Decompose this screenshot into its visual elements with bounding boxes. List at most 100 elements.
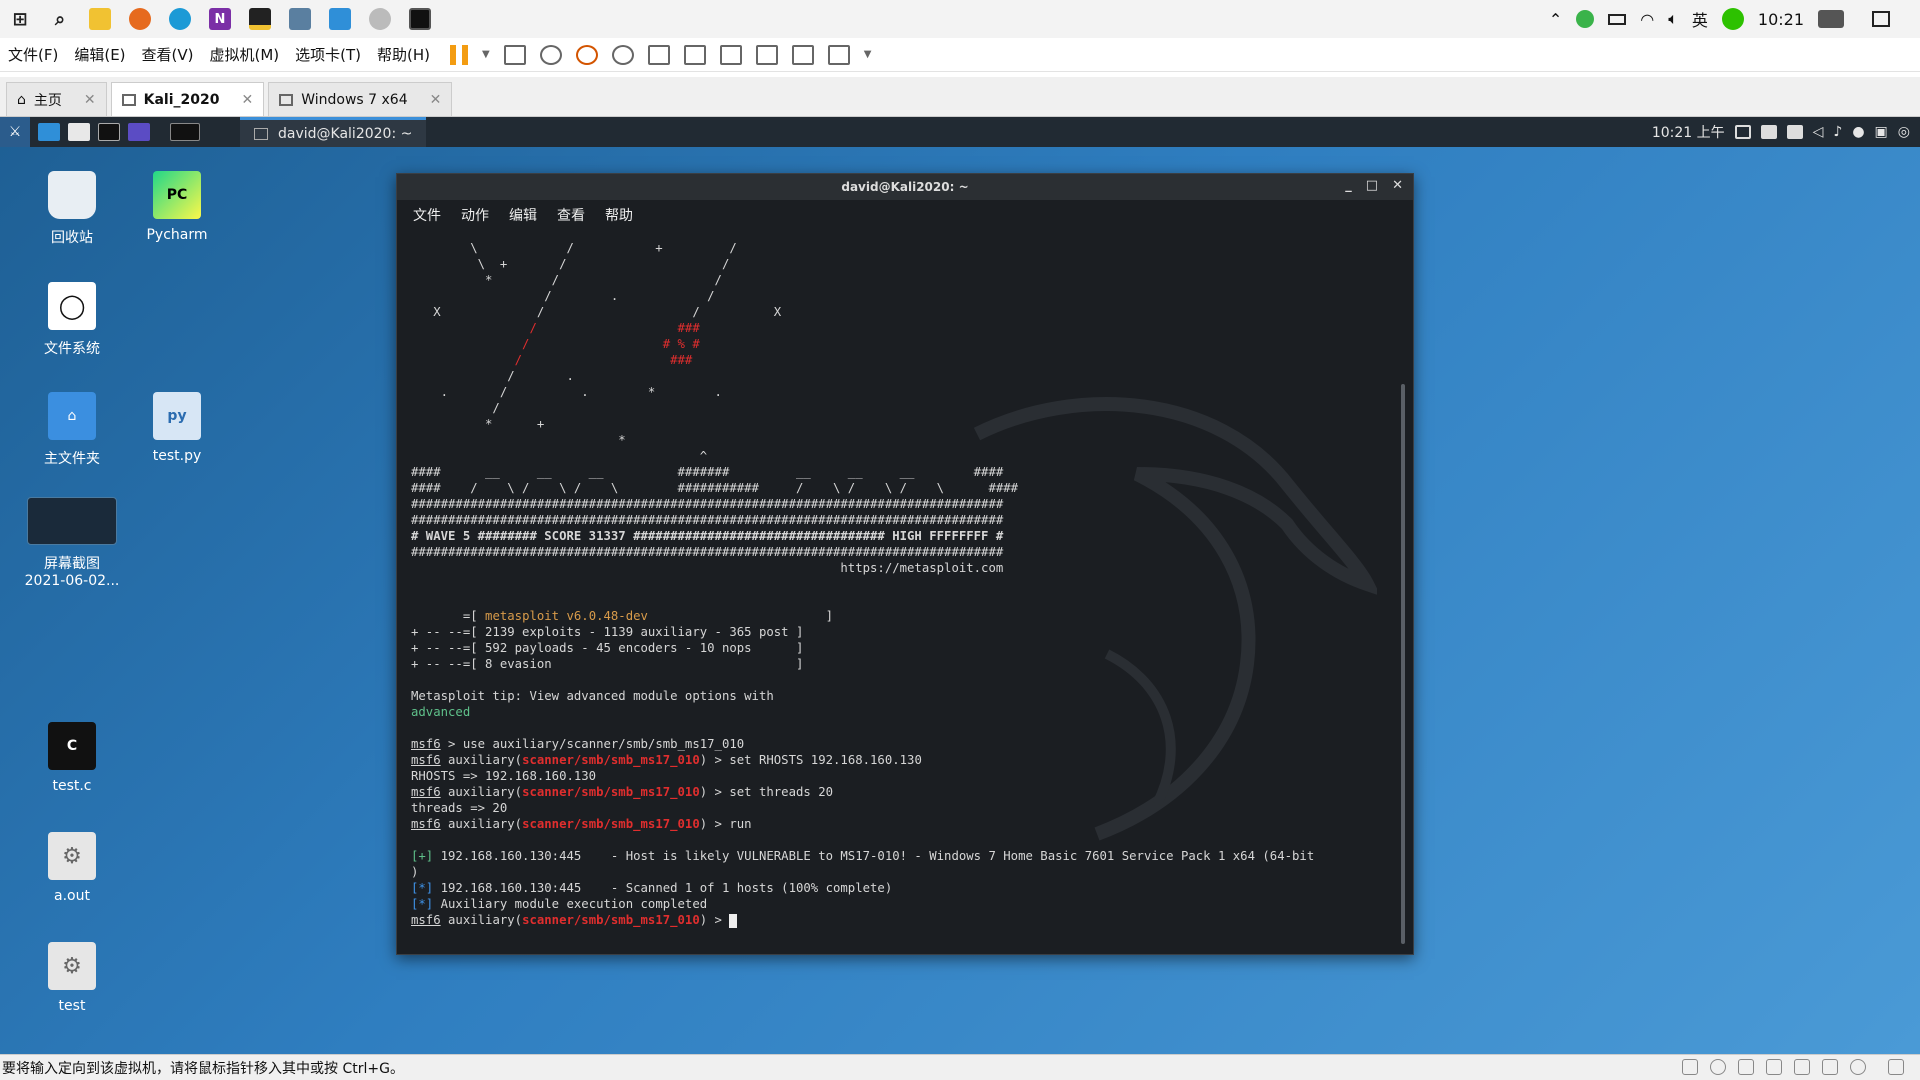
taskbar-terminal-item[interactable]: david@Kali2020: ~	[240, 117, 427, 147]
menu-tabs[interactable]: 选项卡(T)	[287, 44, 369, 65]
menu-edit[interactable]: 编辑(E)	[66, 44, 133, 65]
desktop-icon-trash[interactable]: 回收站	[17, 171, 127, 247]
network-icon[interactable]: ●	[1852, 124, 1864, 140]
tab-kali[interactable]: Kali_2020 ✕	[110, 82, 265, 116]
app-tray-icon[interactable]	[1576, 10, 1595, 28]
file-explorer-icon[interactable]	[89, 8, 111, 30]
desktop-icon-filesystem[interactable]: ◯ 文件系统	[17, 282, 127, 358]
show-desktop-icon[interactable]	[38, 123, 60, 141]
close-icon[interactable]: ✕	[84, 92, 96, 108]
icon-label: 屏幕截图 2021-06-02...	[24, 556, 120, 589]
hdd-icon[interactable]	[1682, 1059, 1698, 1075]
maximize-icon[interactable]: □	[1366, 178, 1378, 193]
vm-display[interactable]: ⚔ david@Kali2020: ~ 10:21 上午 ◁ ♪ ● ▣ ◎ 回…	[0, 117, 1920, 1054]
clock[interactable]: 10:21	[1758, 10, 1804, 29]
windows-start-icon[interactable]: ⊞	[9, 8, 31, 30]
chevron-down-icon[interactable]: ▼	[482, 49, 490, 60]
network-adapter-icon[interactable]	[1738, 1059, 1754, 1075]
terminal-output[interactable]: \ / + / \ + / / * / / / . / X / / X / ##…	[411, 240, 1371, 936]
kali-menu-icon[interactable]: ⚔	[0, 117, 30, 147]
volume-icon[interactable]: 🔈︎	[1668, 9, 1678, 29]
close-icon[interactable]: ✕	[1392, 178, 1403, 193]
desktop-icon-test[interactable]: ⚙ test	[17, 942, 127, 1014]
terminal-menu-file[interactable]: 文件	[413, 205, 441, 225]
file-manager-icon[interactable]	[68, 123, 90, 141]
terminal-icon[interactable]	[98, 123, 120, 141]
desktop-icon-testpy[interactable]: py test.py	[122, 392, 232, 464]
power-icon[interactable]: ◎	[1898, 124, 1910, 140]
console-view-icon[interactable]	[791, 44, 814, 65]
minimize-icon[interactable]: _	[1345, 178, 1352, 193]
workspace-2-icon[interactable]	[1786, 125, 1803, 139]
sound-icon[interactable]	[1794, 1059, 1810, 1075]
banner-line: \ / + /	[411, 241, 737, 255]
display-icon[interactable]	[1734, 125, 1751, 139]
cdrom-icon[interactable]	[1710, 1059, 1726, 1075]
snapshot-manager-icon[interactable]	[611, 44, 634, 65]
message-icon[interactable]	[1888, 1059, 1904, 1075]
menu-help[interactable]: 帮助(H)	[369, 44, 438, 65]
desktop-icon-screenshot[interactable]: 屏幕截图 2021-06-02...	[17, 497, 127, 589]
wechat-icon[interactable]	[1721, 8, 1744, 30]
chevron-down-icon[interactable]: ▼	[864, 49, 872, 60]
screen-icon[interactable]	[329, 8, 351, 30]
vm-icon	[121, 93, 136, 106]
terminal-scrollbar[interactable]	[1401, 384, 1405, 944]
printer-icon[interactable]	[1766, 1059, 1782, 1075]
terminal-menu-view[interactable]: 查看	[557, 205, 585, 225]
terminal-titlebar[interactable]: david@Kali2020: ~ _ □ ✕	[397, 174, 1413, 200]
unity-icon[interactable]	[755, 44, 778, 65]
kali-clock[interactable]: 10:21 上午	[1652, 122, 1725, 142]
desktop-icon-home[interactable]: ⌂ 主文件夹	[17, 392, 127, 468]
user-icon[interactable]	[1818, 10, 1844, 28]
pause-icon[interactable]	[450, 44, 469, 65]
stretch-guest-icon[interactable]	[827, 44, 850, 65]
notification-icon[interactable]	[1872, 11, 1890, 27]
terminal-window-icon[interactable]	[170, 123, 200, 141]
snapshot-icon[interactable]	[539, 44, 562, 65]
send-ctrl-alt-del-icon[interactable]	[503, 44, 526, 65]
close-icon[interactable]: ✕	[241, 92, 253, 108]
fullscreen-icon[interactable]	[719, 44, 742, 65]
desktop-icon-aout[interactable]: ⚙ a.out	[17, 832, 127, 904]
prompt-line: msf6 auxiliary(scanner/smb/smb_ms17_010)…	[411, 912, 1371, 928]
terminal-menu-action[interactable]: 动作	[461, 205, 489, 225]
close-icon[interactable]: ✕	[430, 92, 442, 108]
banner-line: *	[411, 433, 626, 447]
revert-snapshot-icon[interactable]	[575, 44, 598, 65]
wifi-icon[interactable]: ◠	[1640, 10, 1654, 29]
browser-icon[interactable]	[128, 123, 150, 141]
terminal-menu-help[interactable]: 帮助	[605, 205, 633, 225]
desktop-icon-pycharm[interactable]: PC Pycharm	[122, 171, 232, 243]
firefox-icon[interactable]	[129, 8, 151, 30]
sticky-notes-icon[interactable]	[249, 8, 271, 30]
vm-icon	[279, 93, 294, 106]
edge-icon[interactable]	[169, 8, 191, 30]
bell-icon[interactable]: ♪	[1833, 124, 1842, 140]
display-icon[interactable]	[1850, 1059, 1866, 1075]
onenote-icon[interactable]: N	[209, 8, 231, 30]
volume-icon[interactable]: ◁	[1813, 124, 1824, 140]
banner-line: ^	[411, 449, 708, 463]
tab-windows7[interactable]: Windows 7 x64 ✕	[268, 82, 453, 116]
menu-file[interactable]: 文件(F)	[0, 44, 66, 65]
chevron-up-icon[interactable]: ⌃	[1549, 10, 1562, 29]
menu-view[interactable]: 查看(V)	[134, 44, 202, 65]
settings-icon[interactable]	[369, 8, 391, 30]
banner-line: / . /	[411, 289, 715, 303]
sidebar-toggle-icon[interactable]	[647, 44, 670, 65]
lock-icon[interactable]: ▣	[1875, 124, 1888, 140]
battery-icon[interactable]	[1608, 13, 1627, 25]
terminal-menu-edit[interactable]: 编辑	[509, 205, 537, 225]
workspace-1-icon[interactable]	[1760, 125, 1777, 139]
menu-vm[interactable]: 虚拟机(M)	[202, 44, 288, 65]
vmware-icon[interactable]	[289, 8, 311, 30]
ime-indicator[interactable]: 英	[1692, 7, 1708, 31]
desktop-icon-testc[interactable]: C test.c	[17, 722, 127, 794]
library-icon[interactable]	[683, 44, 706, 65]
usb-icon[interactable]	[1822, 1059, 1838, 1075]
search-icon[interactable]: ⌕	[49, 8, 71, 30]
terminal-window[interactable]: david@Kali2020: ~ _ □ ✕ 文件 动作 编辑 查看 帮助 \…	[396, 173, 1414, 955]
terminal-icon[interactable]	[409, 8, 431, 30]
tab-home[interactable]: ⌂ 主页 ✕	[6, 82, 107, 116]
